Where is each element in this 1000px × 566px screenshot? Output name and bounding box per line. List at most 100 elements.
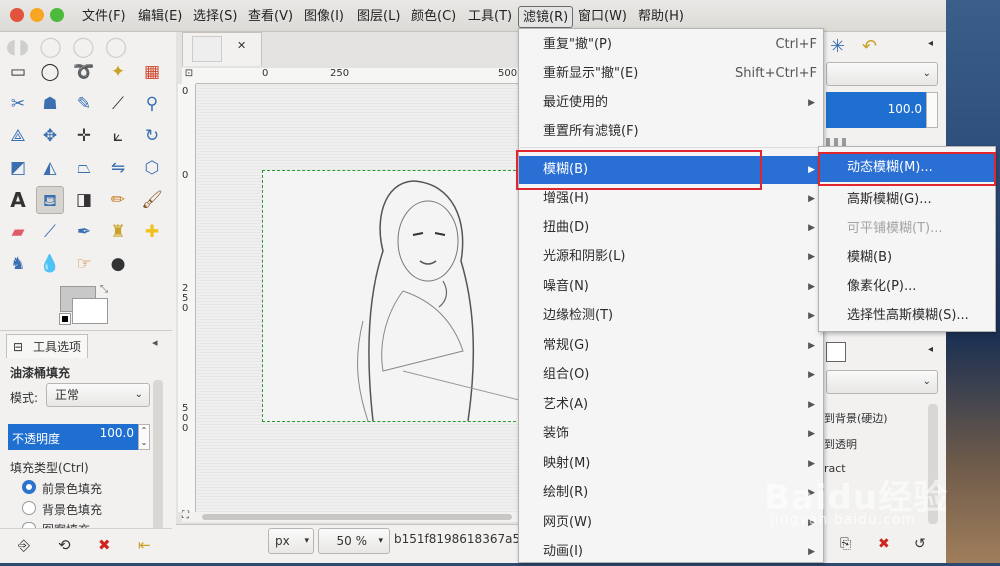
menu-file[interactable]: 文件(F) — [78, 6, 130, 28]
paths-tool-icon[interactable]: ✎ — [70, 90, 98, 118]
airbrush-tool-icon[interactable]: ⟋ — [36, 218, 64, 246]
dock-opacity-slider[interactable]: 100.0 — [826, 92, 926, 128]
menu-color[interactable]: 颜色(C) — [407, 6, 460, 28]
zoom-select[interactable]: 50 % ▾ — [318, 528, 390, 554]
blur-sharpen-tool-icon[interactable]: 💧 — [36, 250, 64, 278]
menu-item-artistic[interactable]: 艺术(A) ▶ — [519, 391, 823, 419]
delete-options-icon[interactable]: ✖ — [98, 536, 111, 554]
navigate-icon[interactable]: ⛶ — [182, 510, 189, 521]
horizontal-scroll-track[interactable] — [182, 512, 522, 522]
unit-select[interactable]: px ▾ — [268, 528, 314, 554]
background-color-swatch[interactable] — [72, 298, 108, 324]
menu-item-edge-detect[interactable]: 边缘检测(T) ▶ — [519, 302, 823, 330]
scissors-tool-icon[interactable]: ✂ — [4, 90, 32, 118]
menu-layer[interactable]: 图层(L) — [353, 6, 404, 28]
menu-item-generic[interactable]: 常规(G) ▶ — [519, 332, 823, 360]
gradient-item-1[interactable]: 到背景(硬边) — [824, 410, 888, 426]
pattern-swatch[interactable] — [826, 342, 846, 362]
mode-select[interactable]: 正常 ⌄ — [46, 383, 150, 407]
menu-view[interactable]: 查看(V) — [244, 6, 297, 28]
reset-options-icon[interactable]: ⇤ — [138, 536, 151, 554]
perspective-clone-tool-icon[interactable]: ♞ — [4, 250, 32, 278]
menu-select[interactable]: 选择(S) — [189, 6, 241, 28]
paintbrush-tool-icon[interactable]: 🖌 — [138, 186, 166, 214]
horizontal-scroll-thumb[interactable] — [202, 514, 512, 520]
menu-image[interactable]: 图像(I) — [300, 6, 348, 28]
dock-delete-icon[interactable]: ✖ — [878, 536, 890, 552]
ellipse-select-tool-icon[interactable]: ◯ — [36, 58, 64, 86]
rotate-tool-icon[interactable]: ↻ — [138, 122, 166, 150]
menu-item-repeat[interactable]: 重复"撤"(P) Ctrl+F — [519, 31, 823, 59]
save-options-icon[interactable]: ⎆ — [18, 536, 30, 554]
opacity-slider[interactable]: 不透明度 100.0 — [8, 424, 138, 450]
measure-tool-icon[interactable]: ⟁ — [4, 122, 32, 150]
zoom-tool-icon[interactable]: ⚲ — [138, 90, 166, 118]
menu-windows[interactable]: 窗口(W) — [574, 6, 631, 28]
menu-item-animation[interactable]: 动画(I) ▶ — [519, 538, 823, 566]
close-window-button[interactable] — [10, 8, 24, 22]
smudge-tool-icon[interactable]: ☞ — [70, 250, 98, 278]
rect-select-tool-icon[interactable]: ▭ — [4, 58, 32, 86]
scale-tool-icon[interactable]: ◩ — [4, 154, 32, 182]
bucket-fill-tool-icon[interactable]: ⛾ — [36, 186, 64, 214]
menu-tools[interactable]: 工具(T) — [464, 6, 516, 28]
menu-edit[interactable]: 编辑(E) — [134, 6, 186, 28]
menu-help[interactable]: 帮助(H) — [634, 6, 688, 28]
free-select-tool-icon[interactable]: ➰ — [70, 58, 98, 86]
tab-tool-options[interactable]: ⊟ 工具选项 — [6, 334, 89, 358]
fuzzy-select-tool-icon[interactable]: ✦ — [104, 58, 132, 86]
menu-item-noise[interactable]: 噪音(N) ▶ — [519, 273, 823, 301]
menu-filters[interactable]: 滤镜(R) — [518, 6, 574, 28]
menu-item-light-shadow[interactable]: 光源和阴影(L) ▶ — [519, 243, 823, 271]
close-image-tab-icon[interactable]: ✕ — [237, 39, 246, 52]
pencil-tool-icon[interactable]: ✏ — [104, 186, 132, 214]
dock-refresh-icon[interactable]: ↺ — [914, 536, 926, 552]
panel-menu-icon[interactable]: ◂ — [152, 336, 158, 349]
clone-tool-icon[interactable]: ♜ — [104, 218, 132, 246]
crop-tool-icon[interactable]: ⟀ — [104, 122, 132, 150]
menu-item-distort[interactable]: 扭曲(D) ▶ — [519, 214, 823, 242]
menu-item-reshow[interactable]: 重新显示"撤"(E) Shift+Ctrl+F — [519, 60, 823, 88]
align-tool-icon[interactable]: ✛ — [70, 122, 98, 150]
vertical-ruler[interactable]: 0 0 250 500 — [178, 84, 196, 512]
minimize-window-button[interactable] — [30, 8, 44, 22]
eraser-tool-icon[interactable]: ▰ — [4, 218, 32, 246]
menu-item-decor[interactable]: 装饰 ▶ — [519, 420, 823, 448]
quick-mask-corner-icon[interactable]: ⊡ — [182, 68, 196, 84]
dock-menu-icon-2[interactable]: ◂ — [928, 344, 933, 355]
undo-history-icon[interactable]: ↶ — [862, 36, 877, 57]
horizontal-ruler[interactable]: 0 250 500 — [196, 68, 526, 84]
color-picker-tool-icon[interactable]: ⟋ — [104, 90, 132, 118]
fill-fg-radio[interactable] — [22, 480, 36, 494]
submenu-item-blur[interactable]: 模糊(B) — [819, 243, 995, 272]
submenu-item-selective-gaussian[interactable]: 选择性高斯模糊(S)... — [819, 301, 995, 330]
gradient-select[interactable]: ⌄ — [826, 370, 938, 394]
fill-bg-radio[interactable] — [22, 501, 36, 515]
opacity-spinner[interactable]: ⌃ ⌄ — [138, 424, 150, 450]
restore-options-icon[interactable]: ⟲ — [58, 536, 71, 554]
menu-item-reset-all[interactable]: 重置所有滤镜(F) — [519, 118, 823, 146]
submenu-item-gaussian-blur[interactable]: 高斯模糊(G)... — [819, 185, 995, 214]
dodge-burn-tool-icon[interactable]: ● — [104, 250, 132, 278]
dock-menu-icon[interactable]: ◂ — [928, 38, 933, 49]
heal-tool-icon[interactable]: ✚ — [138, 218, 166, 246]
flip-tool-icon[interactable]: ⇋ — [104, 154, 132, 182]
move-tool-icon[interactable]: ✥ — [36, 122, 64, 150]
maximize-window-button[interactable] — [50, 8, 64, 22]
tool-options-scrollbar[interactable] — [153, 380, 163, 530]
foreground-select-tool-icon[interactable]: ☗ — [36, 90, 64, 118]
default-colors-icon[interactable] — [59, 313, 71, 325]
text-tool-icon[interactable]: A — [4, 186, 32, 214]
dock-opacity-spinner[interactable] — [926, 92, 938, 128]
swap-colors-icon[interactable]: ⤡ — [100, 284, 108, 295]
menu-item-combine[interactable]: 组合(O) ▶ — [519, 361, 823, 389]
dock-edit-icon[interactable]: ⎘ — [840, 536, 851, 552]
color-select-tool-icon[interactable]: ▦ — [138, 58, 166, 86]
cage-transform-tool-icon[interactable]: ⬡ — [138, 154, 166, 182]
dock-mode-select[interactable]: ⌄ — [826, 62, 938, 86]
shear-tool-icon[interactable]: ◭ — [36, 154, 64, 182]
perspective-tool-icon[interactable]: ⏢ — [70, 154, 98, 182]
menu-item-recent[interactable]: 最近使用的 ▶ — [519, 89, 823, 117]
ink-tool-icon[interactable]: ✒ — [70, 218, 98, 246]
gradient-item-2[interactable]: 到透明 — [824, 436, 857, 452]
